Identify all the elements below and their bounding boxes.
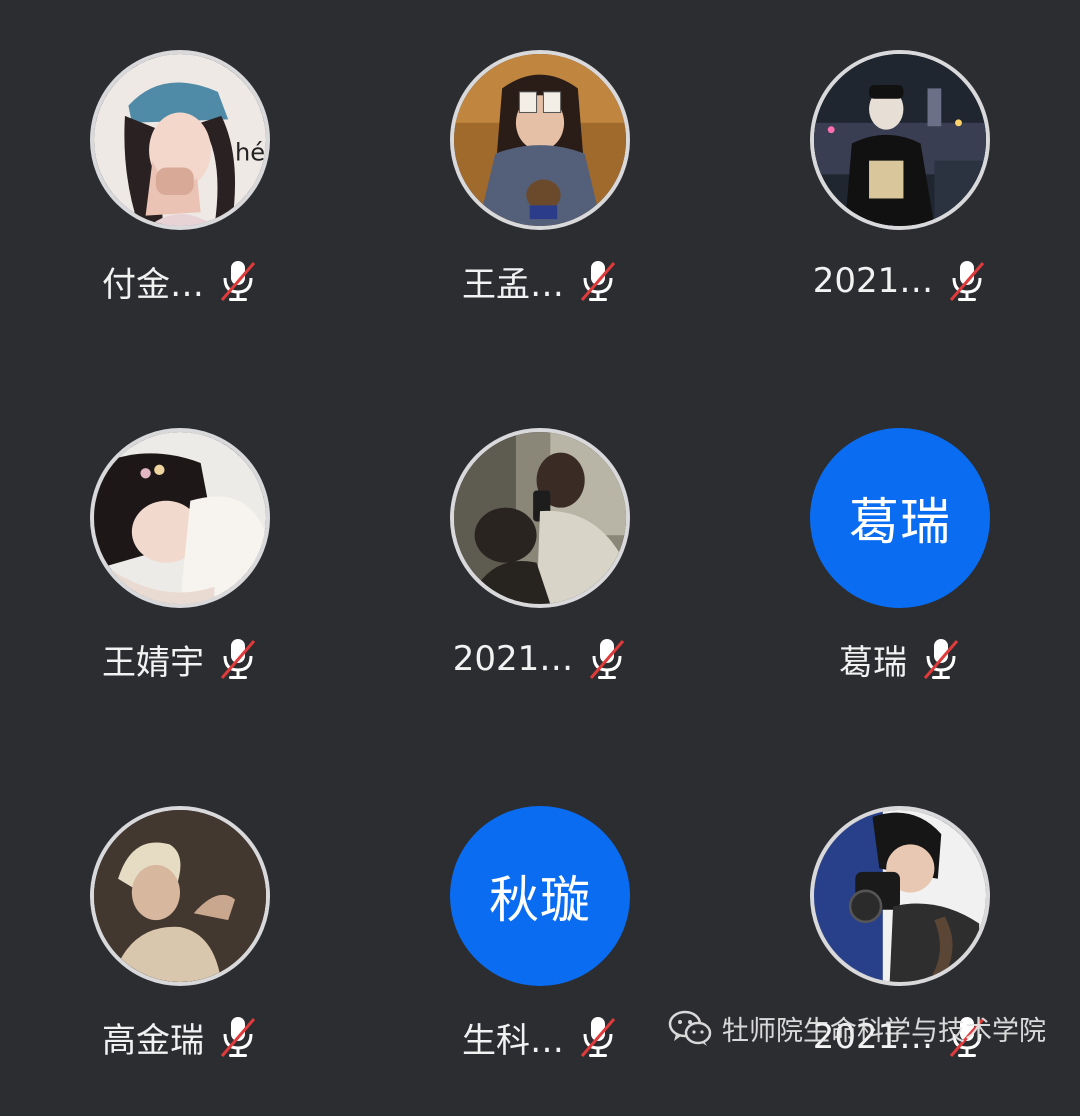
participant-name: 2021… [452,639,574,679]
avatar-initials: 秋璇 [489,871,591,929]
watermark: 牡师院生命科学与技术学院 [668,1008,1046,1048]
participant-label: 2021… [720,254,1080,308]
participant-name: 2021… [812,261,934,301]
participant-tile[interactable]: 王婧宇 [0,378,360,738]
participant-avatar[interactable]: hé [90,50,270,230]
participant-tile[interactable]: 秋璇 生科… [360,756,720,1116]
participant-avatar[interactable] [450,428,630,608]
participant-name: 高金瑞 [102,1020,204,1061]
participant-grid: hé 付金… 王孟… 2021… 王婧宇 2021… 葛瑞 葛瑞 高金瑞 秋璇 … [0,0,1080,1080]
mic-muted-icon [590,639,625,679]
participant-avatar[interactable] [810,50,990,230]
wechat-icon [668,1010,712,1046]
participant-tile[interactable]: 2021… [720,756,1080,1116]
participant-label: 2021… [360,632,720,686]
mic-muted-icon [580,1017,616,1057]
svg-text:hé: hé [235,139,265,167]
participant-label: 付金… [0,254,360,308]
avatar-initials: 葛瑞 [849,493,951,551]
participant-avatar-initials[interactable]: 葛瑞 [810,428,990,608]
participant-name: 葛瑞 [839,642,907,683]
participant-tile[interactable]: 王孟… [360,0,720,360]
participant-name: 生科… [462,1020,564,1061]
participant-label: 葛瑞 [720,632,1080,686]
participant-tile[interactable]: 高金瑞 [0,756,360,1116]
participant-name: 王孟… [462,264,564,305]
participant-label: 王婧宇 [0,632,360,686]
mic-muted-icon [580,261,616,301]
participant-avatar-initials[interactable]: 秋璇 [450,806,630,986]
participant-avatar[interactable] [810,806,990,986]
participant-tile[interactable]: hé 付金… [0,0,360,360]
participant-avatar[interactable] [450,50,630,230]
mic-muted-icon [220,1017,256,1057]
participant-tile[interactable]: 2021… [720,0,1080,360]
mic-muted-icon [950,261,985,301]
participant-tile[interactable]: 2021… [360,378,720,738]
participant-label: 高金瑞 [0,1010,360,1064]
participant-name: 付金… [102,264,204,305]
participant-tile[interactable]: 葛瑞 葛瑞 [720,378,1080,738]
participant-label: 生科… [360,1010,720,1064]
mic-muted-icon [220,639,256,679]
watermark-text: 牡师院生命科学与技术学院 [722,1015,1046,1047]
participant-avatar[interactable] [90,428,270,608]
mic-muted-icon [923,639,959,679]
participant-avatar[interactable] [90,806,270,986]
participant-label: 王孟… [360,254,720,308]
participant-name: 王婧宇 [102,642,204,683]
mic-muted-icon [220,261,256,301]
